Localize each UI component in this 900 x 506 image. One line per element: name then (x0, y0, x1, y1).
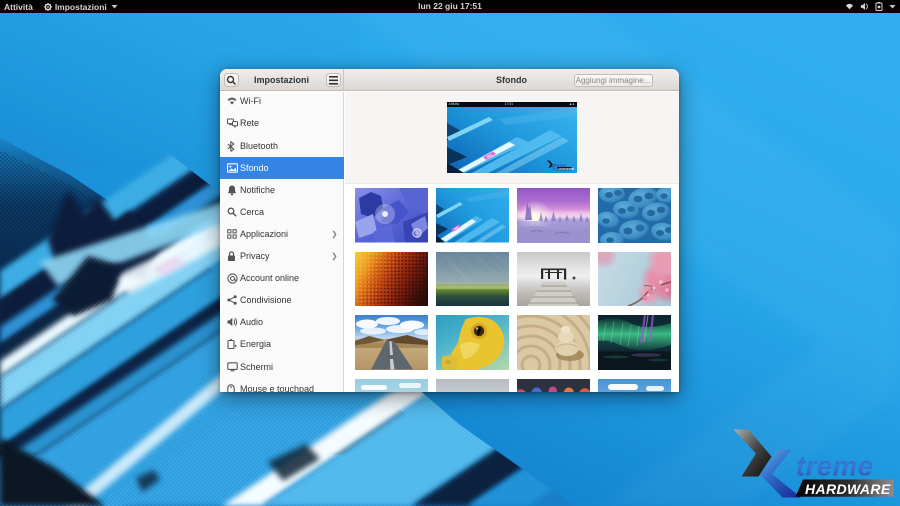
svg-text:HARDWARE: HARDWARE (557, 166, 574, 170)
svg-text:HARDWARE: HARDWARE (805, 481, 891, 497)
svg-text:treme: treme (796, 451, 873, 482)
